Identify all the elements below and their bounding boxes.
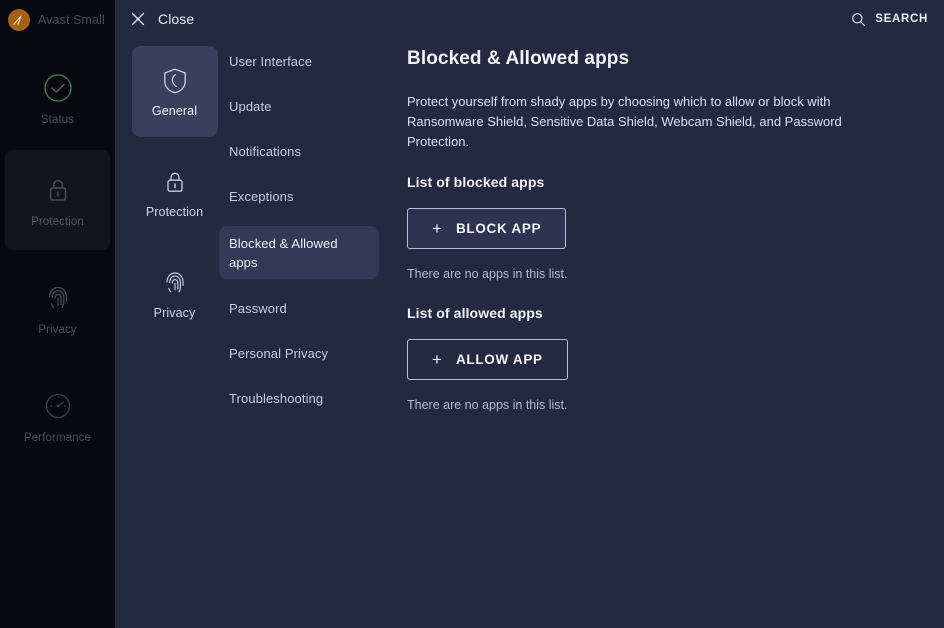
- submenu-item-label: User Interface: [229, 54, 313, 69]
- allowed-apps-empty-text: There are no apps in this list.: [407, 398, 568, 412]
- allowed-apps-heading: List of allowed apps: [407, 305, 543, 321]
- submenu-item-label: Update: [229, 99, 272, 114]
- rail-item-label: Privacy: [38, 323, 77, 336]
- rail-item-label: Protection: [31, 215, 84, 228]
- allow-app-button-label: ALLOW APP: [455, 352, 543, 367]
- submenu-item-label: Exceptions: [229, 189, 294, 204]
- close-button[interactable]: Close: [127, 5, 198, 33]
- submenu-item-password[interactable]: Password: [219, 293, 379, 324]
- blocked-apps-heading: List of blocked apps: [407, 174, 545, 190]
- rail-item-label: Status: [40, 113, 75, 126]
- rail-item-protection[interactable]: Protection: [5, 150, 110, 250]
- submenu-item-troubleshooting[interactable]: Troubleshooting: [219, 383, 379, 414]
- close-x-icon: [131, 12, 145, 26]
- content-area: Blocked & Allowed apps Protect yourself …: [407, 48, 927, 412]
- check-circle-icon: [41, 71, 75, 105]
- settings-category-label: General: [151, 103, 198, 118]
- app-rail: Avast Small Status Protection Privacy Pe…: [0, 0, 115, 628]
- shield-icon: [160, 66, 190, 96]
- submenu-item-notifications[interactable]: Notifications: [219, 136, 379, 167]
- lock-icon: [160, 167, 190, 197]
- settings-category-column: General Protection Privacy: [124, 46, 225, 349]
- settings-category-privacy[interactable]: Privacy: [132, 248, 218, 339]
- close-label: Close: [158, 11, 195, 27]
- plus-icon: +: [432, 219, 442, 238]
- submenu-item-label: Password: [229, 301, 287, 316]
- submenu-item-personal-privacy[interactable]: Personal Privacy: [219, 338, 379, 369]
- search-icon: [851, 12, 866, 27]
- search-button[interactable]: SEARCH: [851, 6, 928, 32]
- settings-category-general[interactable]: General: [131, 46, 218, 137]
- submenu-item-label: Blocked & Allowed apps: [229, 235, 338, 270]
- fingerprint-icon: [41, 281, 75, 315]
- settings-category-protection[interactable]: Protection: [132, 147, 218, 238]
- settings-panel: Close SEARCH General Protection Privacy …: [115, 0, 944, 628]
- submenu-item-label: Troubleshooting: [229, 391, 324, 406]
- submenu-item-label: Notifications: [229, 144, 302, 159]
- submenu-item-label: Personal Privacy: [229, 346, 329, 361]
- rail-item-performance[interactable]: Performance: [5, 366, 110, 466]
- plus-icon: +: [432, 350, 442, 369]
- brand: Avast Small: [8, 6, 105, 34]
- lock-icon: [41, 173, 75, 207]
- block-app-button[interactable]: + BLOCK APP: [407, 208, 567, 249]
- rail-item-status[interactable]: Status: [5, 48, 110, 148]
- search-label: SEARCH: [875, 13, 928, 25]
- page-description: Protect yourself from shady apps by choo…: [407, 94, 842, 149]
- settings-category-label: Privacy: [153, 305, 196, 320]
- allow-app-button[interactable]: + ALLOW APP: [407, 339, 568, 380]
- rail-item-privacy[interactable]: Privacy: [5, 258, 110, 358]
- submenu-item-user-interface[interactable]: User Interface: [219, 46, 379, 77]
- fingerprint-icon: [160, 268, 190, 298]
- settings-category-label: Protection: [145, 204, 204, 219]
- submenu-item-update[interactable]: Update: [219, 91, 379, 122]
- submenu-item-exceptions[interactable]: Exceptions: [219, 181, 379, 212]
- blocked-apps-empty-text: There are no apps in this list.: [407, 267, 568, 281]
- avast-logo-icon: [8, 9, 30, 31]
- settings-submenu: User Interface Update Notifications Exce…: [219, 46, 379, 428]
- brand-name: Avast Small: [38, 13, 105, 27]
- block-app-button-label: BLOCK APP: [455, 221, 542, 236]
- rail-item-label: Performance: [24, 431, 91, 444]
- submenu-item-blocked-allowed-apps[interactable]: Blocked & Allowed apps: [219, 226, 379, 279]
- gauge-icon: [41, 389, 75, 423]
- avast-settings-window: Avast Small Status Protection Privacy Pe…: [0, 0, 944, 628]
- page-title: Blocked & Allowed apps: [407, 48, 630, 69]
